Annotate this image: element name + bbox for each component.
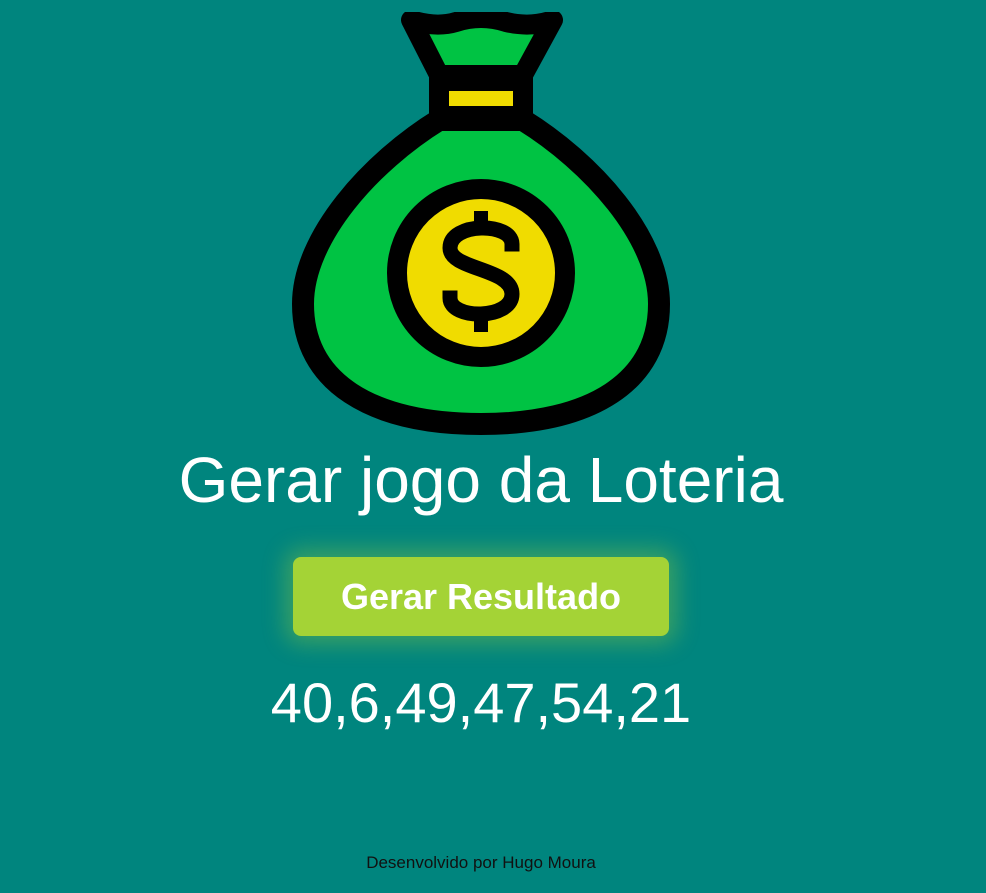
page-title: Gerar jogo da Loteria <box>178 444 784 516</box>
lottery-result: 40,6,49,47,54,21 <box>270 671 692 734</box>
generate-result-button[interactable]: Gerar Resultado <box>293 557 669 636</box>
footer-credit: Desenvolvido por Hugo Moura <box>366 853 596 872</box>
money-bag-icon <box>292 12 670 435</box>
